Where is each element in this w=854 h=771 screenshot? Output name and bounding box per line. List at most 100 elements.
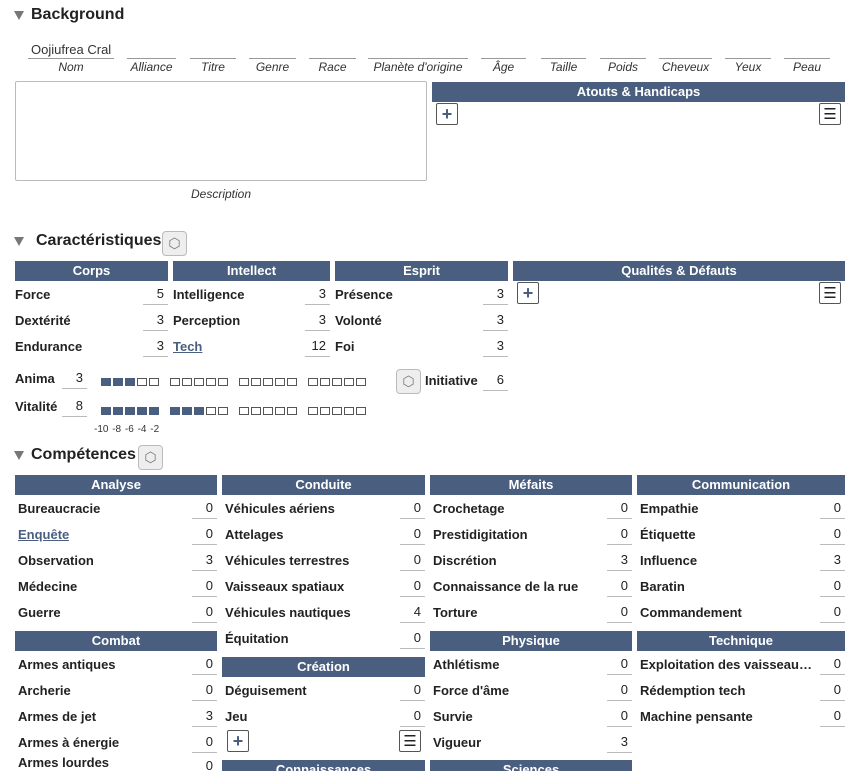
skill-value[interactable]: 0 — [400, 575, 425, 597]
vitalite-value[interactable]: 8 — [62, 395, 87, 417]
initiative-value[interactable]: 6 — [483, 369, 508, 391]
skill-value[interactable]: 0 — [192, 497, 217, 519]
skill-row: Déguisement 0 — [225, 677, 425, 703]
section-caracteristiques[interactable]: Caractéristiques — [14, 232, 161, 250]
skill-label: Attelages — [225, 526, 284, 542]
stat-value[interactable]: 3 — [143, 309, 168, 331]
skill-value[interactable]: 0 — [192, 601, 217, 623]
name-field[interactable]: Oojiufrea Cral — [28, 39, 114, 59]
background-field[interactable] — [481, 39, 526, 59]
skill-label: Vaisseaux spatiaux — [225, 578, 345, 594]
atouts-menu-button[interactable]: ☰ — [819, 103, 841, 125]
background-field-label: Poids — [607, 60, 639, 74]
background-field[interactable] — [127, 39, 176, 59]
skill-value[interactable]: 0 — [820, 523, 845, 545]
stat-value[interactable]: 3 — [483, 283, 508, 305]
skill-label: Exploitation des vaisseau… — [640, 656, 812, 672]
skill-value[interactable]: 0 — [820, 601, 845, 623]
stat-value[interactable]: 3 — [483, 309, 508, 331]
skill-value[interactable]: 3 — [820, 549, 845, 571]
skill-value[interactable]: 0 — [607, 705, 632, 727]
vitalite-track[interactable] — [101, 402, 377, 417]
tech-link[interactable]: Tech — [173, 339, 202, 354]
anima-track[interactable] — [101, 373, 377, 388]
stat-value[interactable]: 5 — [143, 283, 168, 305]
anima-value[interactable]: 3 — [62, 367, 87, 389]
skill-row: Vaisseaux spatiaux 0 — [225, 573, 425, 599]
collapse-triangle-icon[interactable] — [14, 236, 24, 246]
skill-label: Survie — [433, 708, 473, 724]
background-field[interactable] — [541, 39, 586, 59]
background-field[interactable] — [249, 39, 296, 59]
skill-value[interactable]: 3 — [607, 549, 632, 571]
section-competences[interactable]: Compétences — [14, 446, 136, 464]
skill-value[interactable]: 0 — [192, 523, 217, 545]
skill-value[interactable]: 0 — [192, 731, 217, 753]
skill-label: Véhicules aériens — [225, 500, 335, 516]
skill-value[interactable]: 0 — [607, 601, 632, 623]
background-field[interactable] — [659, 39, 712, 59]
skill-label: Étiquette — [640, 526, 696, 542]
initiative-row: Initiative 6 — [425, 367, 508, 393]
background-field[interactable] — [600, 39, 646, 59]
background-field-label: Cheveux — [661, 60, 710, 74]
skill-value[interactable]: 0 — [192, 653, 217, 675]
description-textarea[interactable] — [15, 81, 427, 181]
skill-value[interactable]: 0 — [607, 523, 632, 545]
skill-value[interactable]: 0 — [820, 575, 845, 597]
skill-link[interactable]: Enquête — [18, 527, 69, 542]
skill-value[interactable]: 4 — [400, 601, 425, 623]
creation-menu-button[interactable]: ☰ — [399, 730, 421, 752]
skill-value[interactable]: 0 — [400, 497, 425, 519]
background-field[interactable] — [784, 39, 830, 59]
background-field[interactable] — [190, 39, 236, 59]
background-field[interactable] — [309, 39, 356, 59]
skill-group-header-physique: Physique — [430, 631, 632, 651]
skill-value[interactable]: 3 — [192, 549, 217, 571]
skill-value[interactable]: 0 — [607, 653, 632, 675]
roll-dice-button[interactable]: ⬡ — [162, 231, 187, 256]
skill-value[interactable]: 0 — [400, 679, 425, 701]
stat-value[interactable]: 12 — [305, 335, 330, 357]
background-field[interactable] — [725, 39, 771, 59]
skill-value[interactable]: 0 — [820, 705, 845, 727]
skill-value[interactable]: 3 — [607, 731, 632, 753]
add-qualite-button[interactable]: + — [517, 282, 539, 304]
add-creation-button[interactable]: + — [227, 730, 249, 752]
section-background[interactable]: Background — [14, 6, 124, 24]
collapse-triangle-icon[interactable] — [14, 450, 24, 460]
skill-label: Prestidigitation — [433, 526, 528, 542]
stat-tech: Tech 12 — [173, 333, 330, 359]
stat-force: Force 5 — [15, 281, 168, 307]
skill-label: Armes lourdes — [18, 755, 110, 770]
skill-value[interactable]: 0 — [192, 575, 217, 597]
collapse-triangle-icon[interactable] — [14, 10, 24, 20]
stat-value[interactable]: 3 — [483, 335, 508, 357]
stat-value[interactable]: 3 — [305, 283, 330, 305]
roll-dice-button[interactable]: ⬡ — [138, 445, 163, 470]
skill-row: Vigueur 3 — [433, 729, 632, 755]
skill-label: Torture — [433, 604, 478, 620]
skill-value[interactable]: 0 — [820, 653, 845, 675]
skill-group-header-connaissances: Connaissances — [222, 760, 425, 771]
skill-value[interactable]: 0 — [400, 627, 425, 649]
background-field[interactable] — [368, 39, 468, 59]
skill-value[interactable]: 0 — [400, 705, 425, 727]
skill-value[interactable]: 0 — [192, 755, 217, 771]
skill-group-header-conduite: Conduite — [222, 475, 425, 495]
skill-value[interactable]: 0 — [820, 497, 845, 519]
skill-value[interactable]: 0 — [607, 497, 632, 519]
skill-row: Empathie 0 — [640, 495, 845, 521]
skill-value[interactable]: 3 — [192, 705, 217, 727]
skill-value[interactable]: 0 — [400, 549, 425, 571]
stat-value[interactable]: 3 — [143, 335, 168, 357]
skill-value[interactable]: 0 — [820, 679, 845, 701]
skill-value[interactable]: 0 — [400, 523, 425, 545]
roll-initiative-button[interactable]: ⬡ — [396, 369, 421, 394]
skill-value[interactable]: 0 — [607, 575, 632, 597]
skill-value[interactable]: 0 — [192, 679, 217, 701]
skill-value[interactable]: 0 — [607, 679, 632, 701]
qualites-menu-button[interactable]: ☰ — [819, 282, 841, 304]
add-atout-button[interactable]: + — [436, 103, 458, 125]
stat-value[interactable]: 3 — [305, 309, 330, 331]
